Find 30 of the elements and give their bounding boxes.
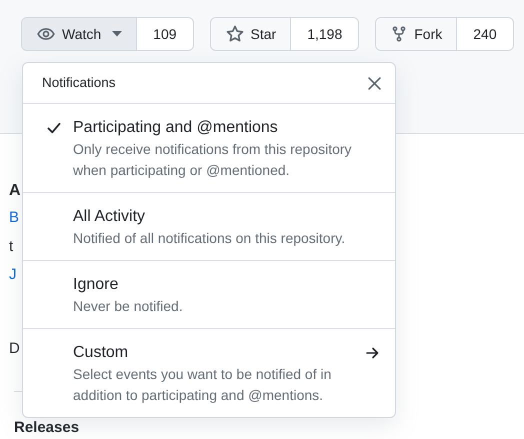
- fork-icon: [391, 25, 408, 43]
- star-icon: [226, 25, 244, 43]
- option-label: Custom: [73, 343, 128, 363]
- notification-option[interactable]: Custom Select events you want to be notified of in addition to participating and @mentions.: [23, 329, 395, 417]
- option-label: Participating and @mentions: [73, 118, 278, 138]
- option-description: Notified of all notifications on this repository.: [73, 229, 346, 248]
- count-button[interactable]: 240: [456, 18, 513, 50]
- watch-button[interactable]: Watch: [22, 18, 136, 50]
- option-description: Only receive notifications from this repository when participating or @mentioned.: [73, 140, 353, 180]
- text-fragment: t: [9, 238, 14, 254]
- text-fragment: D: [9, 340, 20, 356]
- link-fragment[interactable]: J: [9, 266, 16, 283]
- notification-option[interactable]: All Activity Notified of all notifications on this repository.: [23, 193, 395, 261]
- count-button[interactable]: 1,198: [290, 18, 358, 50]
- option-label: All Activity: [73, 207, 146, 227]
- dropdown-title: Notifications: [42, 74, 116, 92]
- eye-icon: [37, 25, 55, 43]
- notification-option[interactable]: Ignore Never be notified.: [23, 261, 395, 329]
- notification-option[interactable]: Participating and @mentions Only receive notifications from this repository when participating or @mentioned.: [23, 104, 395, 193]
- arrow-right-icon: [366, 347, 379, 359]
- option-label: Ignore: [73, 275, 118, 295]
- section-heading: Releases: [14, 419, 80, 436]
- count-button[interactable]: 109: [136, 18, 193, 50]
- link-fragment[interactable]: B: [9, 209, 20, 226]
- heading-fragment: A: [9, 182, 21, 199]
- close-icon[interactable]: [368, 76, 381, 90]
- option-description: Never be notified.: [73, 297, 184, 316]
- caret-icon: [112, 31, 122, 37]
- option-description: Select events you want to be notified of in addition to participating and @mentions.: [73, 365, 332, 405]
- check-icon: [47, 122, 61, 134]
